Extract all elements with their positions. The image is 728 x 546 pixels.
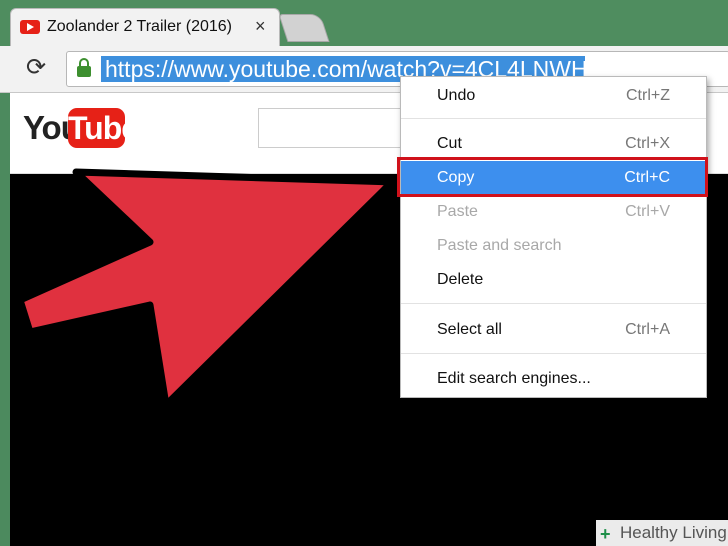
menu-item-shortcut: Ctrl+Z <box>626 87 670 104</box>
watermark: + Healthy Living <box>596 520 728 546</box>
context-menu: Undo Ctrl+Z Cut Ctrl+X Copy Ctrl+C Paste… <box>400 76 707 398</box>
menu-item-select-all[interactable]: Select all Ctrl+A <box>401 313 706 346</box>
menu-item-edit-search-engines[interactable]: Edit search engines... <box>401 362 706 395</box>
menu-item-undo[interactable]: Undo Ctrl+Z <box>401 79 706 112</box>
menu-item-label: Undo <box>437 87 476 104</box>
menu-item-paste[interactable]: Paste Ctrl+V <box>401 195 706 228</box>
menu-item-delete[interactable]: Delete <box>401 263 706 296</box>
plus-icon: + <box>600 524 611 544</box>
menu-separator <box>401 303 706 304</box>
menu-item-shortcut: Ctrl+X <box>625 135 670 152</box>
menu-item-label: Select all <box>437 321 502 338</box>
menu-separator <box>401 353 706 354</box>
watermark-text: Healthy Living <box>620 523 727 542</box>
menu-item-paste-and-search[interactable]: Paste and search <box>401 229 706 262</box>
menu-item-label: Paste <box>437 203 478 220</box>
menu-item-label: Paste and search <box>437 237 562 254</box>
menu-item-shortcut: Ctrl+A <box>625 321 670 338</box>
menu-item-cut[interactable]: Cut Ctrl+X <box>401 127 706 160</box>
menu-item-label: Delete <box>437 271 484 288</box>
copy-highlight-box <box>397 157 708 197</box>
menu-item-label: Edit search engines... <box>437 370 591 387</box>
menu-item-shortcut: Ctrl+V <box>625 203 670 220</box>
menu-item-label: Cut <box>437 135 462 152</box>
menu-separator <box>401 118 706 119</box>
browser-window: Zoolander 2 Trailer (2016) × ⟳ https://w… <box>0 0 728 546</box>
